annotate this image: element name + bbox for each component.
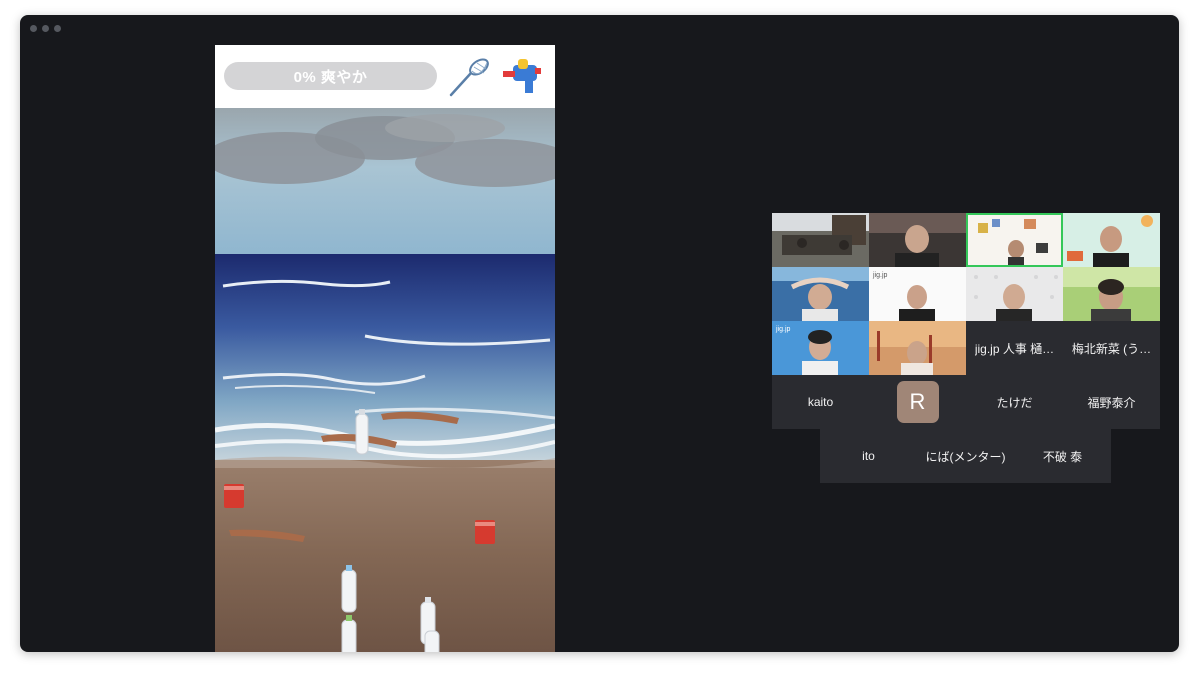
participant-tile[interactable]: jig.jp 人事 樋…: [966, 321, 1063, 375]
game-hud: 0% 爽やか: [215, 45, 555, 108]
minimize-dot[interactable]: [42, 25, 49, 32]
participant-tile[interactable]: kaito: [772, 375, 869, 429]
participant-name: jig.jp 人事 樋…: [974, 341, 1055, 356]
participant-tile[interactable]: 梅北新菜 (う…: [1063, 321, 1160, 375]
video-tile-illustration[interactable]: [966, 213, 1063, 267]
beach-scene-canvas: [215, 108, 555, 652]
bottle-1: [355, 409, 369, 455]
close-dot[interactable]: [30, 25, 37, 32]
window-controls: [30, 25, 61, 32]
video-tile-hands-pose[interactable]: [772, 267, 869, 321]
video-tile-golden-gate[interactable]: [869, 321, 966, 375]
participant-tile[interactable]: 福野泰介: [1063, 375, 1160, 429]
participant-name: 福野泰介: [1087, 395, 1136, 410]
video-tile-blue-bg[interactable]: jig.jp: [772, 321, 869, 375]
participant-tile[interactable]: たけだ: [966, 375, 1063, 429]
video-tile-office[interactable]: [772, 213, 869, 267]
svg-text:jig.jp: jig.jp: [872, 272, 888, 279]
participant-name: にば(メンター): [925, 449, 1006, 464]
water-gun-tool-button[interactable]: [501, 55, 545, 99]
avatar: R: [896, 381, 939, 423]
participant-name: たけだ: [996, 395, 1033, 410]
participant-tile[interactable]: R: [869, 375, 966, 429]
freshness-progress-bar: 0% 爽やか: [224, 62, 437, 90]
net-icon: [449, 58, 489, 97]
shared-screen-game[interactable]: 0% 爽やか: [215, 45, 555, 652]
water-gun-icon: [503, 59, 541, 93]
video-tile-glasses-man[interactable]: [869, 213, 966, 267]
participant-name: 不破 泰: [1042, 449, 1083, 464]
video-tile-mint-bg[interactable]: [1063, 213, 1160, 267]
participant-name: kaito: [807, 395, 834, 409]
participant-gallery: jig.jp jig.jp jig.jp 人事 樋… 梅北新菜 (う… kait…: [772, 213, 1160, 485]
participant-tile[interactable]: にば(メンター): [917, 429, 1014, 483]
video-tile-jigjp-white[interactable]: jig.jp: [869, 267, 966, 321]
progress-label: 0% 爽やか: [293, 68, 368, 86]
net-tool-button[interactable]: [447, 55, 491, 99]
participant-tile[interactable]: 不破 泰: [1014, 429, 1111, 483]
zoom-dot[interactable]: [54, 25, 61, 32]
video-tile-greenery[interactable]: [1063, 267, 1160, 321]
svg-text:jig.jp: jig.jp: [775, 326, 791, 333]
participant-tile[interactable]: ito: [820, 429, 917, 483]
video-tile-dots-bg[interactable]: [966, 267, 1063, 321]
participant-name: ito: [862, 449, 875, 463]
beach-scene[interactable]: [215, 108, 555, 652]
participant-name: 梅北新菜 (う…: [1071, 341, 1152, 356]
